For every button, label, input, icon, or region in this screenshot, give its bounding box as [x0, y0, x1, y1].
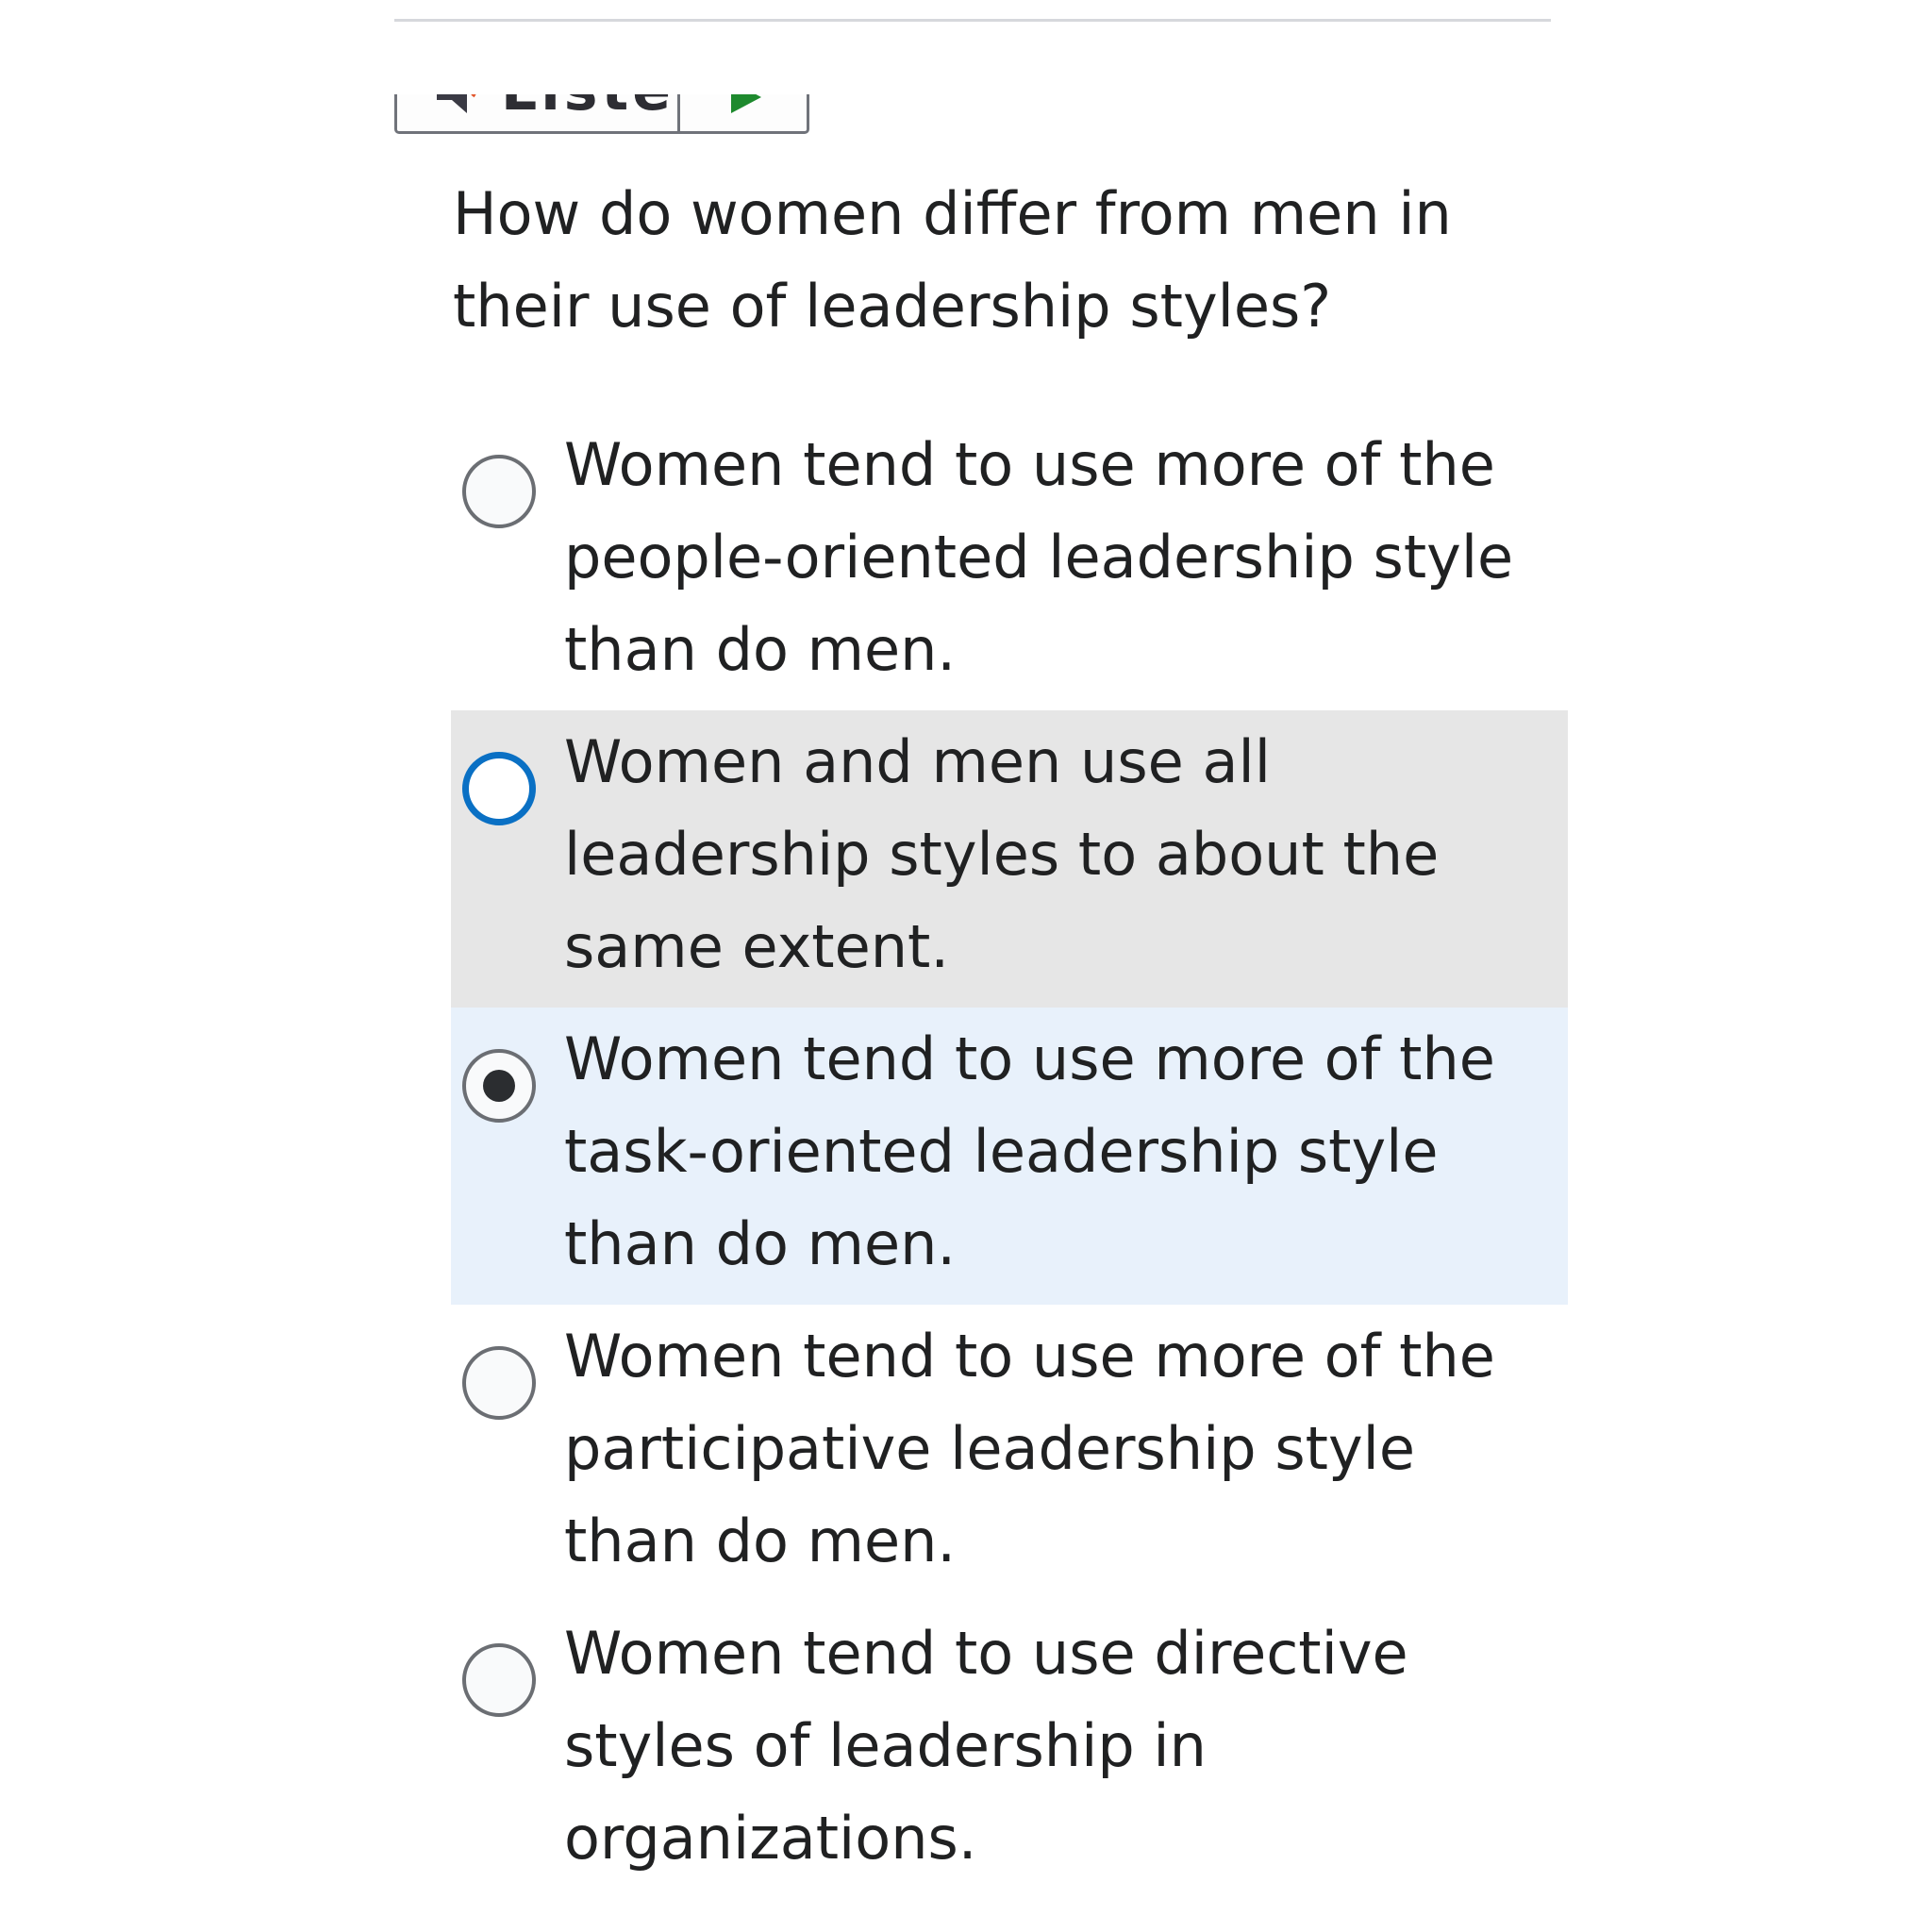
option-label: Women tend to use more of the participat… [564, 1322, 1495, 1575]
top-divider [394, 19, 1551, 22]
listen-button[interactable]: Listen [397, 94, 680, 131]
speaker-icon [437, 94, 476, 113]
play-button[interactable] [680, 94, 807, 131]
answer-option-participative[interactable]: Women tend to use more of the participat… [451, 1305, 1568, 1602]
radio-selected-dot [483, 1070, 515, 1102]
option-label: Women and men use all leadership styles … [564, 727, 1440, 981]
radio-button[interactable] [462, 1643, 536, 1717]
radio-button[interactable] [462, 1346, 536, 1420]
read-aloud-toolbar: Listen [394, 94, 809, 134]
radio-button-selected[interactable] [462, 1049, 536, 1123]
answer-option-task-oriented[interactable]: Women tend to use more of the task-orien… [451, 1008, 1568, 1305]
option-label: Women tend to use more of the task-orien… [564, 1024, 1495, 1278]
listen-label: Listen [501, 94, 677, 119]
play-icon [731, 94, 761, 113]
radio-button[interactable] [462, 455, 536, 528]
question-text: How do women differ from men in their us… [453, 179, 1452, 341]
answer-option-same-extent[interactable]: Women and men use all leadership styles … [451, 710, 1568, 1008]
option-label: Women tend to use more of the people-ori… [564, 430, 1514, 684]
answer-option-people-oriented[interactable]: Women tend to use more of the people-ori… [451, 413, 1568, 710]
radio-button-focused[interactable] [462, 752, 536, 825]
answer-options: Women tend to use more of the people-ori… [451, 413, 1568, 1899]
answer-option-directive[interactable]: Women tend to use directive styles of le… [451, 1602, 1568, 1899]
option-label: Women tend to use directive styles of le… [564, 1619, 1408, 1873]
